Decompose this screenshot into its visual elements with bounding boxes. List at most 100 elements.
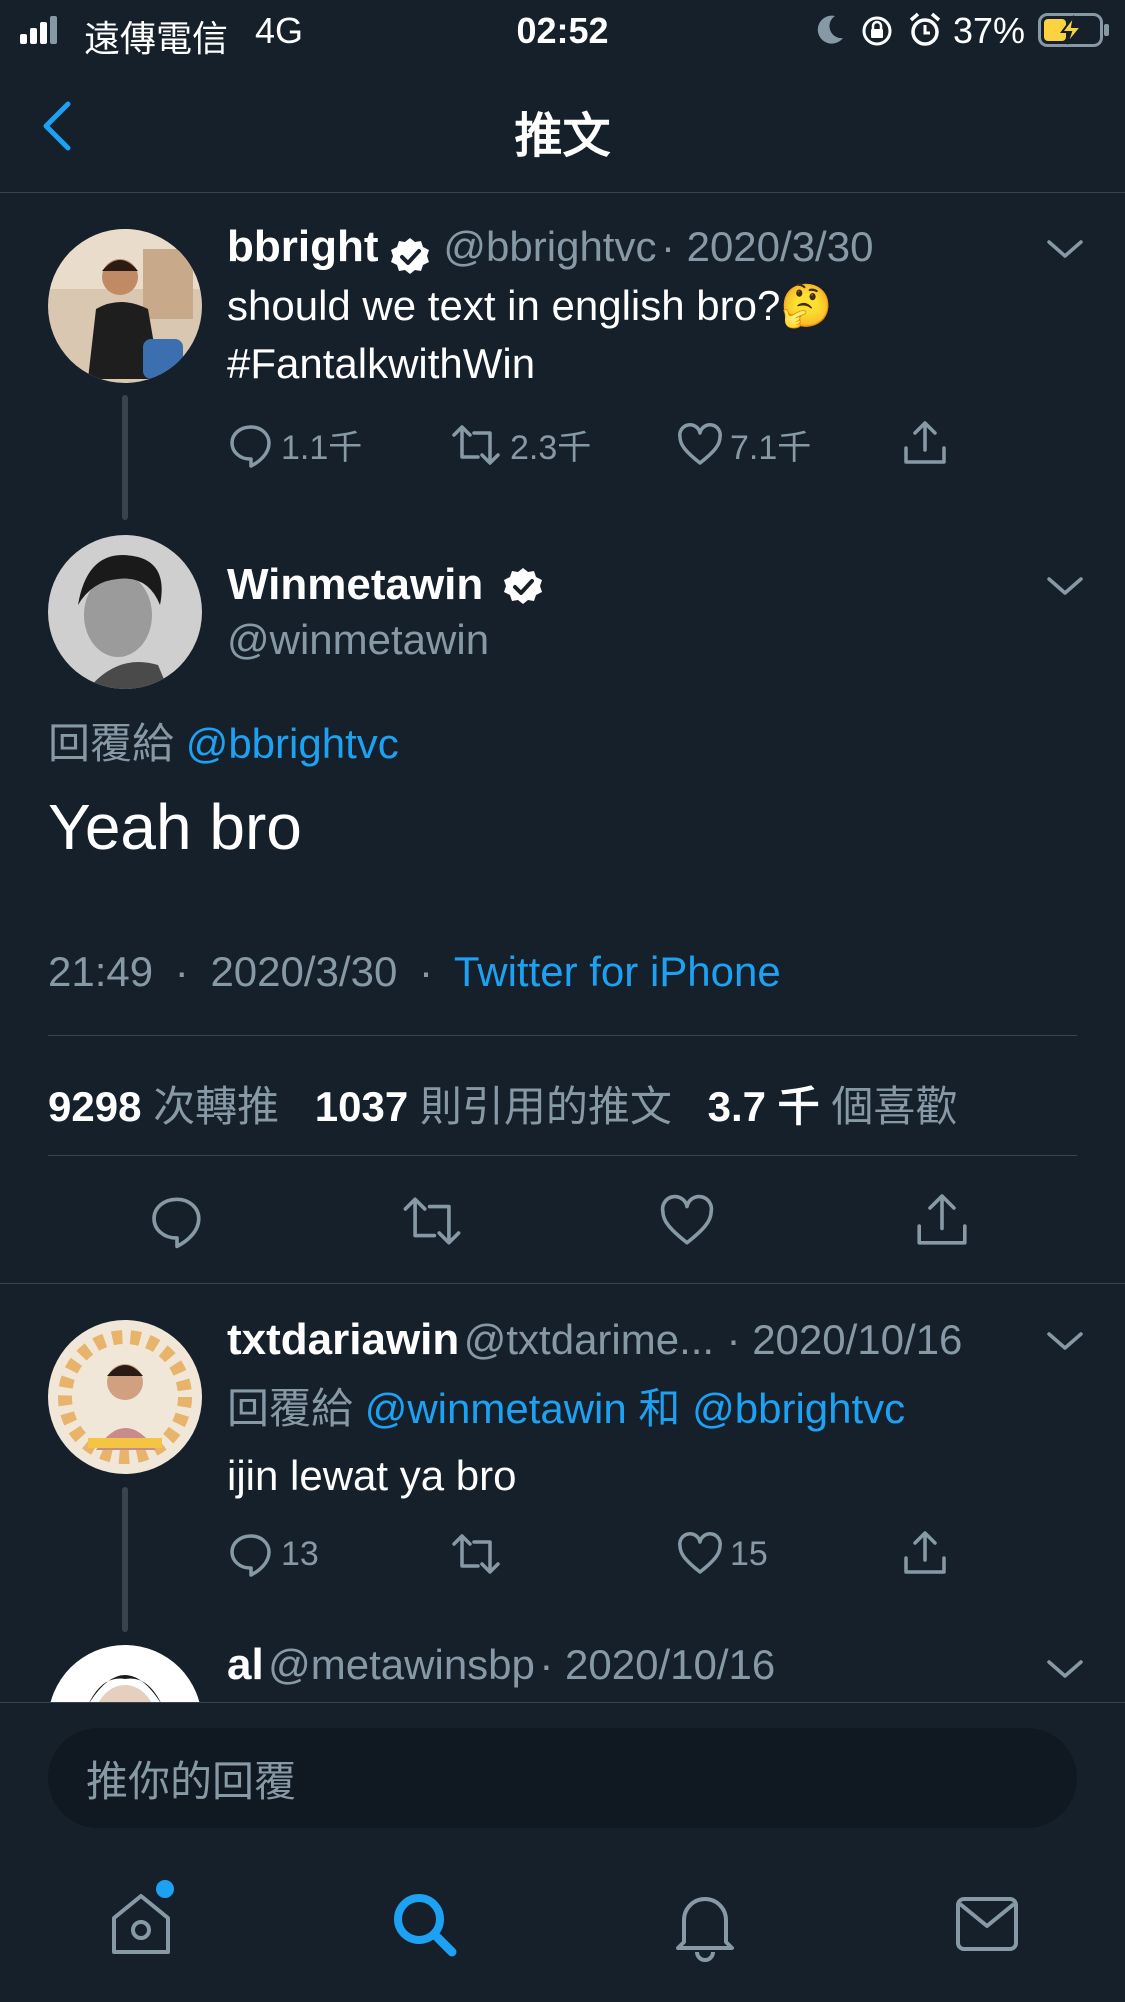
share-icon[interactable] — [900, 1528, 950, 1578]
chevron-down-icon[interactable] — [1045, 575, 1085, 599]
share-icon — [912, 1190, 972, 1250]
thread-line — [122, 395, 128, 520]
retweet-icon — [398, 1192, 466, 1250]
avatar-al[interactable] — [48, 1645, 202, 1702]
alarm-icon — [908, 12, 942, 48]
reply-context: 回覆給 @bbrightvc — [48, 710, 399, 771]
quote-stat[interactable]: 1037 則引用的推文 — [315, 1083, 672, 1130]
reply-icon — [227, 421, 281, 469]
tweet1-like-count: 7.1千 — [730, 429, 812, 467]
reply-composer[interactable]: 推你的回覆 — [48, 1728, 1077, 1828]
divider — [0, 1283, 1125, 1284]
reply2-clip: al @metawinsbp · 2020/10/16 — [0, 1640, 1125, 1702]
tweet1-like-button[interactable]: 7.1千 — [676, 420, 811, 469]
reply2-author-name[interactable]: al — [227, 1640, 264, 1689]
main-tweet-text: Yeah bro — [48, 791, 302, 863]
share-icon[interactable] — [900, 418, 950, 468]
tweet1-reply-button[interactable]: 1.1千 — [227, 420, 362, 469]
reply1-header: txtdariawin @txtdarime... · 2020/10/16 — [227, 1315, 962, 1365]
battery-charging-icon — [1038, 13, 1110, 47]
heart-icon — [676, 421, 730, 469]
reply2-date: · 2020/10/16 — [539, 1641, 776, 1688]
avatar-bbright[interactable] — [48, 229, 202, 383]
reply1-like-button[interactable]: 15 — [676, 1530, 768, 1578]
thread-line — [122, 1487, 128, 1632]
chevron-down-icon[interactable] — [1045, 238, 1085, 262]
reply-to-and: 和 — [638, 1385, 681, 1432]
avatar-winmetawin[interactable] — [48, 535, 202, 689]
heart-icon — [676, 1530, 730, 1578]
moon-icon — [815, 14, 845, 46]
quote-count: 1037 — [314, 1083, 409, 1130]
divider — [48, 1155, 1077, 1156]
notifications-icon[interactable] — [672, 1890, 738, 1962]
main-like-button[interactable] — [658, 1192, 716, 1250]
reply-composer-placeholder: 推你的回覆 — [86, 1757, 297, 1805]
verified-icon — [389, 236, 431, 278]
avatar-txtdariawin[interactable] — [48, 1320, 202, 1474]
chevron-down-icon[interactable] — [1045, 1658, 1085, 1682]
rotation-lock-icon — [860, 14, 894, 48]
retweet-icon — [448, 1530, 510, 1578]
main-author-name[interactable]: Winmetawin — [227, 560, 483, 609]
tweet1-retweet-button[interactable]: 2.3千 — [448, 420, 591, 469]
divider — [48, 1035, 1077, 1036]
main-retweet-button[interactable] — [398, 1192, 466, 1250]
retweet-label: 次轉推 — [153, 1083, 280, 1130]
tweet1-date: · 2020/3/30 — [660, 223, 874, 270]
like-stat[interactable]: 3.7 千 個喜歡 — [708, 1083, 958, 1130]
reply-to-label: 回覆給 — [227, 1385, 354, 1432]
messages-icon[interactable] — [955, 1896, 1019, 1952]
reply1-author-name[interactable]: txtdariawin — [227, 1315, 459, 1364]
tweet-source[interactable]: Twitter for iPhone — [454, 948, 781, 995]
verified-icon — [502, 566, 544, 608]
home-icon[interactable] — [108, 1888, 174, 1960]
reply-to-label: 回覆給 — [48, 720, 175, 767]
tweet1-retweet-count: 2.3千 — [510, 429, 592, 467]
retweet-count: 9298 — [48, 1083, 142, 1130]
reply1-retweet-button[interactable] — [448, 1530, 510, 1578]
battery-percent: 37% — [953, 10, 1026, 51]
like-label: 個喜歡 — [831, 1083, 958, 1130]
reply2-header: al @metawinsbp · 2020/10/16 — [227, 1640, 775, 1690]
tweet1-handle[interactable]: @bbrightvc — [443, 223, 656, 270]
reply-to-link-bbrightvc[interactable]: @bbrightvc — [692, 1385, 905, 1432]
reply1-like-count: 15 — [730, 1534, 768, 1573]
reply-to-link[interactable]: @bbrightvc — [186, 720, 399, 767]
tweet1-hashtag[interactable]: #FantalkwithWin — [227, 340, 535, 388]
retweet-stat[interactable]: 9298 次轉推 — [48, 1083, 279, 1130]
reply1-text: ijin lewat ya bro — [227, 1452, 517, 1499]
main-reply-button[interactable] — [148, 1192, 206, 1250]
notification-dot — [156, 1880, 174, 1898]
main-share-button[interactable] — [912, 1190, 972, 1250]
tweet1-reply-count: 1.1千 — [281, 429, 363, 467]
tweet-date: 2020/3/30 — [210, 948, 398, 995]
reply-icon — [227, 1530, 281, 1578]
quote-label: 則引用的推文 — [419, 1083, 672, 1130]
tweet1-text: should we text in english bro?🤔 — [227, 282, 833, 331]
like-count: 3.7 千 — [707, 1083, 820, 1130]
thinking-emoji: 🤔 — [780, 282, 833, 329]
search-icon[interactable] — [390, 1890, 460, 1960]
tweet1-author-name[interactable]: bbright — [227, 222, 379, 271]
main-author: Winmetawin — [227, 560, 544, 610]
engagement-stats: 9298 次轉推 1037 則引用的推文 3.7 千 個喜歡 — [48, 1073, 957, 1134]
reply2-handle[interactable]: @metawinsbp — [268, 1641, 535, 1688]
reply-icon — [148, 1192, 206, 1250]
reply-to-link-winmetawin[interactable]: @winmetawin — [365, 1385, 627, 1432]
reply1-reply-button[interactable]: 13 — [227, 1530, 319, 1578]
chevron-down-icon[interactable] — [1045, 1330, 1085, 1354]
page-title: 推文 — [514, 110, 611, 163]
reply1-date: · 2020/10/16 — [726, 1316, 963, 1363]
reply1-reply-count: 13 — [281, 1534, 319, 1573]
reply1-context: 回覆給 @winmetawin 和 @bbrightvc — [227, 1375, 905, 1436]
tweet-time: 21:49 — [48, 948, 154, 995]
heart-icon — [658, 1192, 716, 1250]
main-author-handle[interactable]: @winmetawin — [227, 616, 489, 664]
tweet1-text-content: should we text in english bro? — [227, 282, 781, 329]
nav-bar: 推文 — [0, 60, 1125, 193]
reply1-handle[interactable]: @txtdarime... — [464, 1316, 714, 1363]
status-bar: 遠傳電信 4G 02:52 37% — [0, 0, 1125, 60]
tweet1-header: bbright @bbrightvc · 2020/3/30 — [227, 222, 873, 278]
tweet-meta: 21:49 · 2020/3/30 · Twitter for iPhone — [48, 948, 781, 995]
